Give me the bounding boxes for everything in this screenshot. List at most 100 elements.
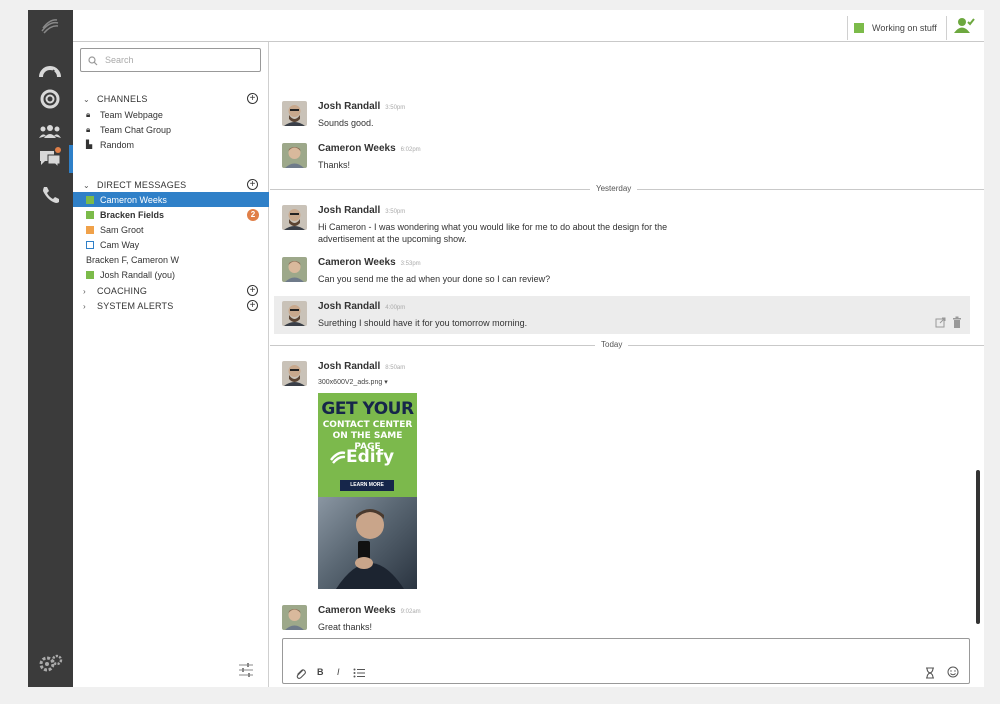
add-coaching-button[interactable]: + xyxy=(247,285,258,296)
emoji-icon[interactable] xyxy=(947,666,959,678)
author-name: Cameron Weeks xyxy=(318,257,396,268)
channels-title: CHANNELS xyxy=(97,94,148,104)
dm-label: Cameron Weeks xyxy=(100,194,167,205)
phone-icon[interactable] xyxy=(38,183,62,205)
attachment-image[interactable]: GET YOUR CONTACT CENTER ON THE SAME PAGE … xyxy=(318,393,417,589)
direct-messages-title: DIRECT MESSAGES xyxy=(97,180,187,190)
presence-dot xyxy=(86,195,94,204)
dashboard-icon[interactable] xyxy=(38,60,62,82)
message-author: Cameron Weeks 3:53pm xyxy=(318,257,421,268)
delete-icon[interactable] xyxy=(952,316,962,328)
avatar xyxy=(282,361,307,386)
dm-item-josh-randall[interactable]: Josh Randall (you) xyxy=(73,267,269,282)
dm-label: Bracken Fields xyxy=(100,209,165,220)
presence-dot xyxy=(86,225,94,234)
status-selector[interactable]: Working on stuff xyxy=(847,16,947,40)
ad-cta: LEARN MORE xyxy=(340,480,394,491)
edify-logo-icon xyxy=(330,451,346,464)
chevron-down-icon: ▾ xyxy=(384,379,388,386)
presence-dot xyxy=(86,240,94,249)
ad-photo xyxy=(318,497,417,589)
system-alerts-header[interactable]: › SYSTEM ALERTS xyxy=(83,301,173,311)
message-time: 3:50pm xyxy=(385,105,406,111)
coaching-header[interactable]: › COACHING xyxy=(83,286,147,296)
team-icon[interactable] xyxy=(38,120,62,142)
message-text: Surething I should have it for you tomor… xyxy=(318,318,528,328)
nav-rail xyxy=(28,10,73,687)
settings-icon[interactable] xyxy=(38,652,64,674)
message-time: 8:50am xyxy=(385,365,406,371)
channel-label: Team Webpage xyxy=(100,109,163,120)
message-time: 9:02am xyxy=(400,609,421,615)
attach-icon[interactable] xyxy=(295,667,306,679)
dm-label: Sam Groot xyxy=(100,224,144,235)
message-text: Great thanks! xyxy=(318,622,373,632)
ad-subline-1: CONTACT CENTER xyxy=(322,420,413,430)
channel-item[interactable]: 🔒︎ Team Chat Group xyxy=(73,122,269,137)
presence-dot xyxy=(86,210,94,219)
add-channel-button[interactable]: + xyxy=(247,93,258,104)
search-input[interactable]: Search xyxy=(80,48,261,72)
italic-button[interactable]: I xyxy=(337,667,340,677)
date-divider-label: Today xyxy=(595,340,629,349)
dm-item-group[interactable]: Bracken F, Cameron W xyxy=(73,252,269,267)
support-icon[interactable] xyxy=(38,88,62,110)
open-external-icon[interactable] xyxy=(935,317,946,328)
author-name: Josh Randall xyxy=(318,361,381,372)
dm-item-bracken-fields[interactable]: Bracken Fields 2 xyxy=(73,207,269,222)
chat-app: Working on stuff Search ⌄ CHANNELS + 🔒︎ T… xyxy=(28,10,984,687)
message-time: 4:00pm xyxy=(385,305,406,311)
scrollbar-thumb[interactable] xyxy=(976,470,980,624)
top-bar: Working on stuff xyxy=(73,10,984,42)
avatar xyxy=(282,301,307,326)
logo-icon xyxy=(38,16,62,38)
message-time: 3:50pm xyxy=(385,209,406,215)
channel-item[interactable]: 🔒︎ Team Webpage xyxy=(73,107,269,122)
lock-icon: 🔒︎ xyxy=(86,109,91,119)
dm-item-cam-way[interactable]: Cam Way xyxy=(73,237,269,252)
attachment-filename[interactable]: 300x600V2_ads.png ▾ xyxy=(318,378,388,386)
avatar xyxy=(282,101,307,126)
avatar xyxy=(282,205,307,230)
author-name: Josh Randall xyxy=(318,101,381,112)
dm-item-cameron-weeks[interactable]: Cameron Weeks xyxy=(73,192,269,207)
dm-item-sam-groot[interactable]: Sam Groot xyxy=(73,222,269,237)
user-status-icon[interactable] xyxy=(954,16,976,36)
author-name: Cameron Weeks xyxy=(318,143,396,154)
search-icon xyxy=(88,56,98,66)
filter-settings-icon[interactable] xyxy=(238,662,254,678)
message-text: Thanks! xyxy=(318,160,351,170)
message-composer[interactable]: B I xyxy=(282,638,970,684)
add-dm-button[interactable]: + xyxy=(247,179,258,190)
lock-icon: 🔒︎ xyxy=(86,124,91,134)
attachment-filename-text: 300x600V2_ads.png xyxy=(318,379,383,386)
coaching-title: COACHING xyxy=(97,286,148,296)
chat-icon[interactable] xyxy=(38,147,62,169)
channels-header[interactable]: ⌄ CHANNELS xyxy=(83,94,148,104)
timer-icon[interactable] xyxy=(925,667,935,679)
chevron-right-icon: › xyxy=(83,286,86,296)
dm-label: Bracken F, Cameron W xyxy=(86,254,180,265)
channel-label: Team Chat Group xyxy=(100,124,172,135)
avatar xyxy=(282,257,307,282)
channel-label: Random xyxy=(100,139,135,150)
chevron-down-icon: ⌄ xyxy=(83,94,90,104)
dm-label: Cam Way xyxy=(100,239,140,250)
author-name: Cameron Weeks xyxy=(318,605,396,616)
direct-messages-header[interactable]: ⌄ DIRECT MESSAGES xyxy=(83,180,186,190)
message-author: Josh Randall 4:00pm xyxy=(318,301,405,312)
date-divider-label: Yesterday xyxy=(590,184,638,193)
author-name: Josh Randall xyxy=(318,205,381,216)
message-time: 6:02pm xyxy=(400,147,421,153)
presence-dot xyxy=(86,270,94,279)
building-icon: ▙ xyxy=(86,140,93,149)
bullet-list-icon[interactable] xyxy=(353,668,365,678)
message-text: Sounds good. xyxy=(318,118,374,128)
sidebar: Search ⌄ CHANNELS + 🔒︎ Team Webpage 🔒︎ Tea… xyxy=(73,42,269,687)
ad-brand: Edify xyxy=(346,447,395,467)
add-alert-button[interactable]: + xyxy=(247,300,258,311)
bold-button[interactable]: B xyxy=(317,667,324,677)
message-author: Josh Randall 3:50pm xyxy=(318,101,405,112)
message-time: 3:53pm xyxy=(400,261,421,267)
channel-item[interactable]: ▙ Random xyxy=(73,137,269,152)
